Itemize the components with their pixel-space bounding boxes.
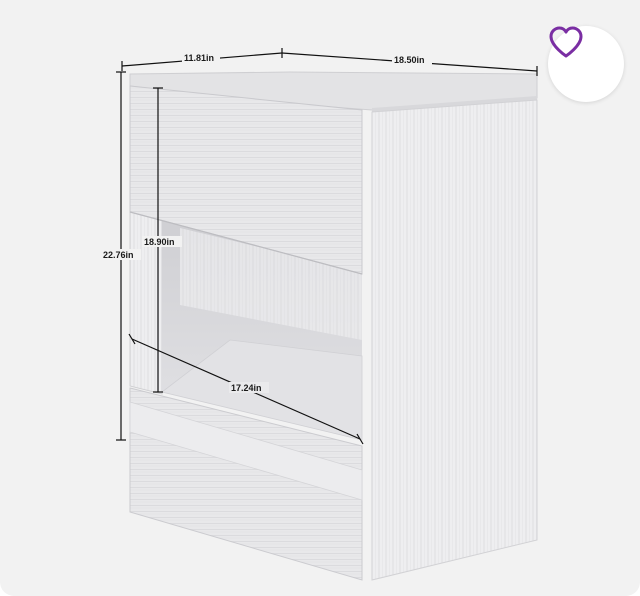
inner-width-label: 17.24in <box>231 383 262 393</box>
nightstand-illustration: 11.81in 18.50in 22.76in 18.90in 17.24in <box>101 48 538 581</box>
favorite-button[interactable] <box>548 26 624 102</box>
total-height-label: 22.76in <box>103 250 134 260</box>
drawer-height-label: 18.90in <box>144 237 175 247</box>
cabinet-side-panel <box>371 99 538 581</box>
heart-outline-icon <box>549 26 583 58</box>
width-label: 18.50in <box>394 55 425 65</box>
depth-label: 11.81in <box>184 53 214 63</box>
product-image: 11.81in 18.50in 22.76in 18.90in 17.24in <box>0 0 640 596</box>
